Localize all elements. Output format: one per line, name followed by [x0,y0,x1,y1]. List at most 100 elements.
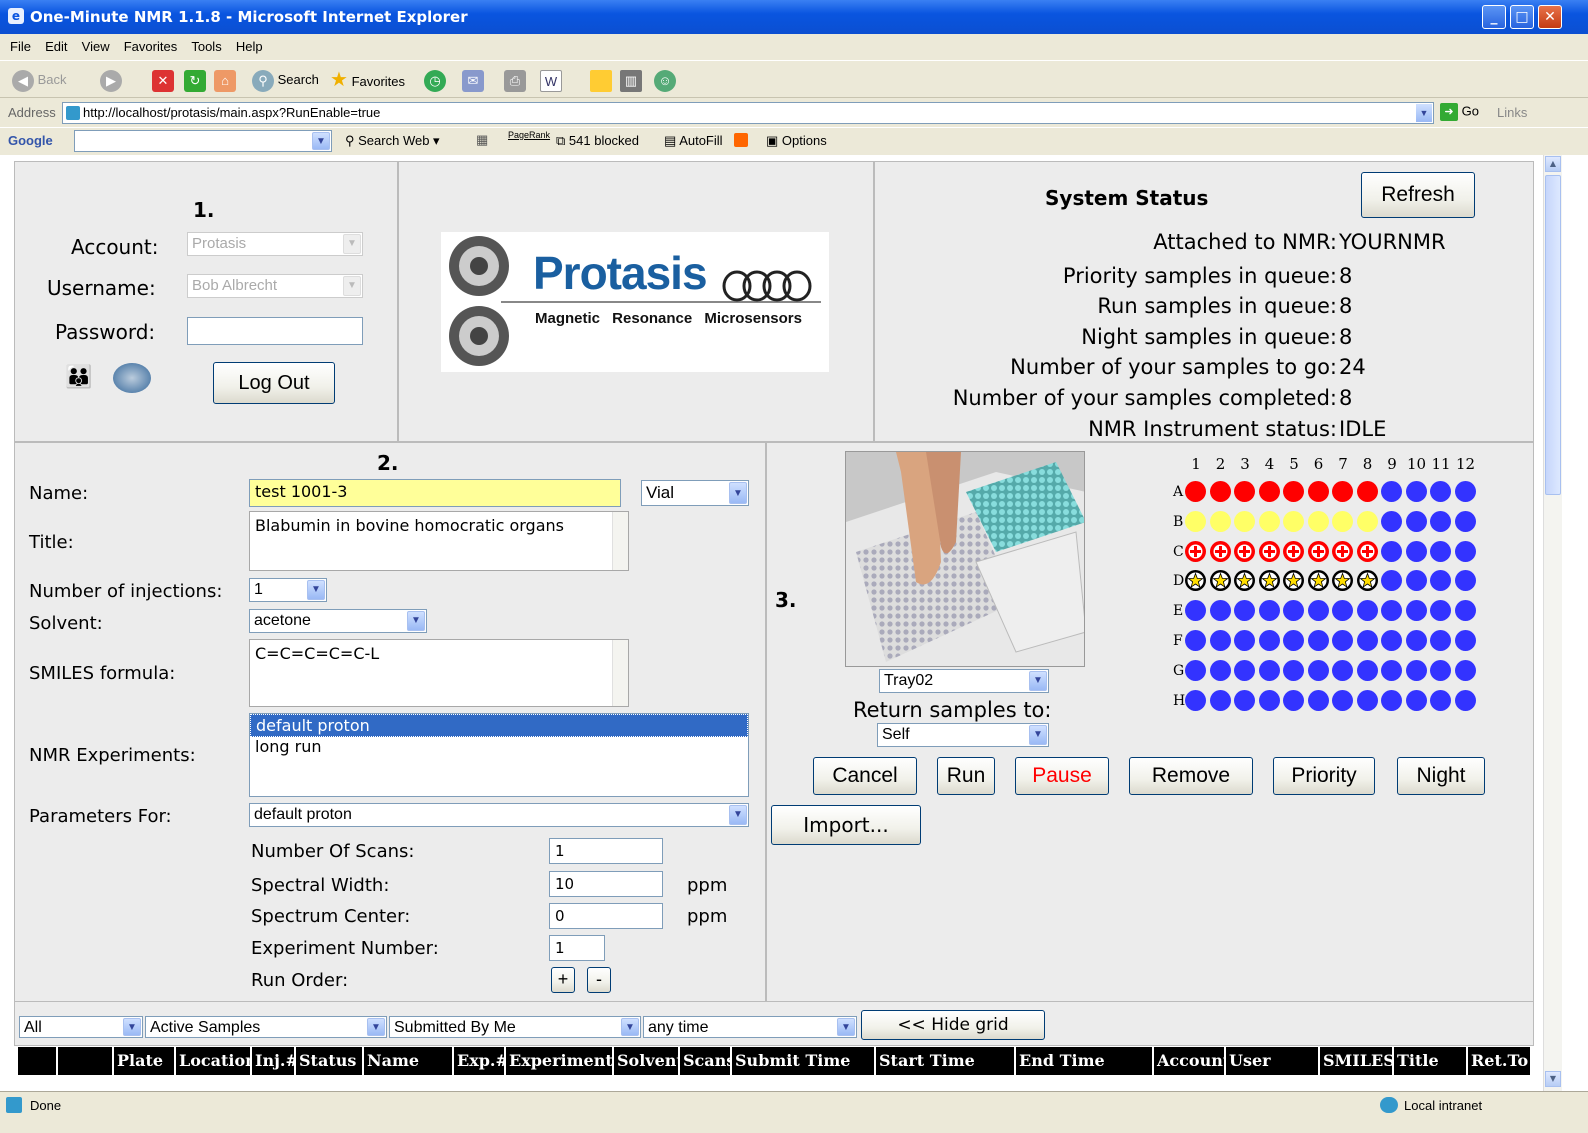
well[interactable] [1381,600,1402,622]
well[interactable] [1283,481,1304,502]
menu-tools[interactable]: Tools [191,39,221,54]
submitted-filter-select[interactable]: Submitted By Me ▼ [389,1016,641,1038]
blogger-icon[interactable] [734,133,748,147]
well[interactable] [1405,600,1427,622]
well[interactable] [1283,630,1304,651]
maximize-button[interactable]: □ [1510,5,1534,29]
grid-column-header[interactable]: Exp.# [452,1047,504,1075]
well[interactable] [1430,540,1451,562]
well[interactable] [1234,540,1255,562]
well[interactable] [1332,659,1353,681]
pause-button[interactable]: Pause [1015,757,1109,795]
well[interactable] [1454,600,1476,622]
well[interactable] [1307,600,1329,622]
well[interactable] [1381,570,1402,592]
well[interactable] [1209,600,1231,622]
solvent-select[interactable]: acetone ▼ [249,609,427,633]
title-textarea[interactable]: Blabumin in bovine homocratic organs [249,511,629,571]
params-select[interactable]: default proton ▼ [249,803,749,827]
well[interactable] [1381,630,1402,651]
well[interactable] [1356,570,1378,592]
grid-column-header[interactable]: Account [1152,1047,1224,1075]
page-scrollbar[interactable]: ▲ ▼ [1543,155,1562,1091]
users-icon[interactable]: 👪 [65,365,92,390]
well[interactable] [1430,510,1451,532]
grid-column-header[interactable] [56,1047,112,1075]
well[interactable] [1234,630,1255,651]
well[interactable] [1209,540,1231,562]
well[interactable] [1234,600,1255,622]
go-button[interactable]: ➜ Go [1440,103,1479,121]
well[interactable] [1356,481,1378,502]
import-button[interactable]: Import... [771,805,921,845]
well[interactable] [1405,630,1427,651]
well[interactable] [1185,510,1206,532]
mail-button[interactable]: ✉ [462,68,484,92]
experiment-option[interactable]: long run [250,737,748,756]
well[interactable] [1209,570,1231,592]
well[interactable] [1234,689,1255,711]
well[interactable] [1381,481,1402,502]
well[interactable] [1405,540,1427,562]
well[interactable] [1209,630,1231,651]
links-label[interactable]: Links [1497,105,1527,120]
well[interactable] [1332,510,1353,532]
note-button[interactable] [590,68,612,92]
well[interactable] [1209,689,1231,711]
grid-column-header[interactable]: Plate [112,1047,174,1075]
grid-column-header[interactable]: User [1224,1047,1318,1075]
address-dropdown-icon[interactable]: ▼ [1416,104,1432,122]
well[interactable] [1332,689,1353,711]
experiments-listbox[interactable]: default proton long run [249,713,749,797]
history-button[interactable]: ◷ [424,68,446,92]
well[interactable] [1209,510,1231,532]
well[interactable] [1258,570,1280,592]
well[interactable] [1454,481,1476,502]
experiment-number-input[interactable]: 1 [549,935,605,961]
well[interactable] [1454,540,1476,562]
grid-column-header[interactable]: Location [174,1047,250,1075]
forward-button[interactable]: ▶ [100,68,122,92]
grid-column-header[interactable]: Ret.To [1466,1047,1530,1075]
grid-column-header[interactable]: Scans [678,1047,730,1075]
well[interactable] [1234,481,1255,502]
messenger-button[interactable]: ☺ [654,68,676,92]
remove-button[interactable]: Remove [1129,757,1253,795]
well[interactable] [1283,689,1304,711]
well[interactable] [1454,659,1476,681]
time-filter-select[interactable]: any time ▼ [643,1016,857,1038]
cancel-button[interactable]: Cancel [813,757,917,795]
well[interactable] [1356,659,1378,681]
refresh-browser-button[interactable]: ↻ [184,68,206,92]
options-button[interactable]: ▣ Options [766,133,827,149]
google-search-input[interactable]: ▼ [74,130,332,152]
well[interactable] [1307,540,1329,562]
well[interactable] [1332,630,1353,651]
well[interactable] [1356,540,1378,562]
well[interactable] [1185,540,1206,562]
grid-column-header[interactable]: Inj.# [250,1047,294,1075]
well[interactable] [1258,659,1280,681]
scroll-thumb[interactable] [1545,175,1561,495]
well[interactable] [1307,481,1329,502]
well[interactable] [1381,540,1402,562]
username-select[interactable]: Bob Albrecht ▼ [187,274,363,298]
night-button[interactable]: Night [1397,757,1485,795]
well[interactable] [1430,600,1451,622]
run-order-down-button[interactable]: - [587,967,611,993]
menu-file[interactable]: File [10,39,31,54]
well[interactable] [1405,510,1427,532]
popup-blocker[interactable]: ⧉ 541 blocked [556,133,639,149]
spectrum-center-input[interactable]: 0 [549,903,663,929]
well[interactable] [1258,689,1280,711]
well[interactable] [1185,600,1206,622]
window-titlebar[interactable]: e One-Minute NMR 1.1.8 - Microsoft Inter… [0,0,1588,34]
google-logo[interactable]: Google [8,133,53,148]
well[interactable] [1356,689,1378,711]
well[interactable] [1332,570,1353,592]
experiment-option[interactable]: default proton [250,714,748,737]
well[interactable] [1430,481,1451,502]
well[interactable] [1258,600,1280,622]
grid-column-header[interactable]: End Time [1014,1047,1152,1075]
back-button[interactable]: ◀ Back [12,68,67,92]
